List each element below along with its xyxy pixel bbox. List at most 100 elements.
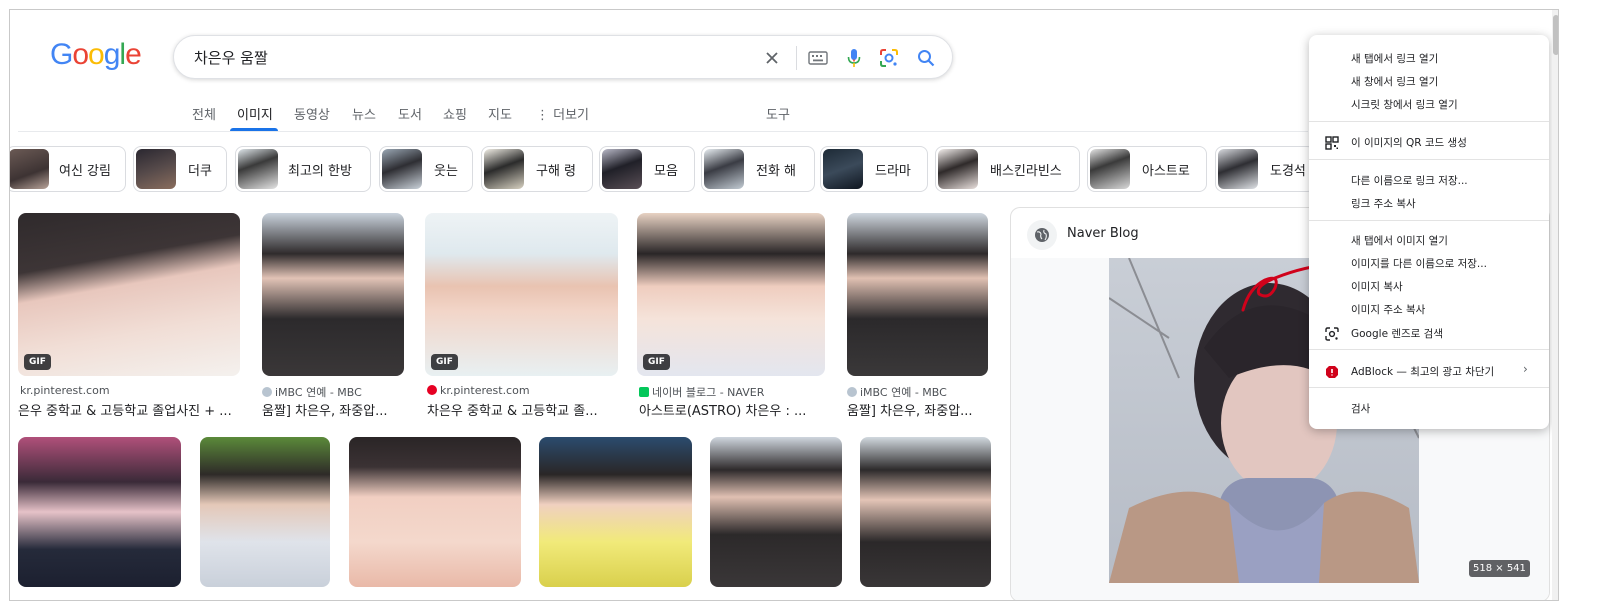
tab-books[interactable]: 도서 (398, 104, 422, 123)
gif-badge: GIF (431, 354, 458, 370)
chevron-right-icon: › (1523, 362, 1528, 376)
qr-code-icon (1325, 135, 1339, 150)
source-label: iMBC 연예 - MBC (275, 386, 362, 399)
filter-chip[interactable]: 도경석 (1215, 146, 1315, 192)
result-title[interactable]: 아스트로(ASTRO) 차은우 : ... (639, 400, 827, 419)
adblock-icon (1325, 364, 1339, 378)
result-title[interactable]: 차은우 중학교 & 고등학교 졸... (427, 400, 617, 419)
tab-more[interactable]: ⋮ 더보기 (536, 104, 589, 123)
menu-item-create-qr[interactable]: 이 이미지의 QR 코드 생성 (1351, 135, 1467, 150)
image-result[interactable] (860, 437, 991, 587)
chip-label: 구해 령 (536, 164, 577, 179)
filter-chip[interactable]: 여신 강림 (10, 146, 126, 192)
chip-label: 모음 (654, 164, 678, 179)
tab-all[interactable]: 전체 (192, 104, 216, 123)
result-source[interactable]: kr.pinterest.com (20, 384, 110, 397)
site-favicon (262, 387, 272, 397)
menu-separator (1309, 121, 1549, 122)
menu-item-save-image-as[interactable]: 이미지를 다른 이름으로 저장... (1351, 256, 1487, 271)
image-result[interactable] (18, 437, 181, 587)
image-result[interactable]: GIF (425, 213, 618, 376)
filter-chip[interactable]: 더쿠 (133, 146, 227, 192)
result-title[interactable]: 은우 중학교 & 고등학교 졸업사진 + ... (18, 400, 240, 419)
filter-chip[interactable]: 최고의 한방 (235, 146, 371, 192)
image-result[interactable] (539, 437, 692, 587)
scrollbar-thumb[interactable] (1553, 15, 1558, 55)
menu-item-open-link-new-tab[interactable]: 새 탭에서 링크 열기 (1351, 51, 1438, 66)
globe-icon (1027, 220, 1057, 250)
chip-thumbnail (1218, 149, 1258, 189)
tools-button[interactable]: 도구 (766, 104, 790, 123)
chip-label: 아스트로 (1142, 164, 1190, 179)
image-result[interactable]: GIF (637, 213, 825, 376)
clear-icon[interactable] (760, 46, 784, 70)
menu-item-save-link-as[interactable]: 다른 이름으로 링크 저장... (1351, 173, 1468, 188)
filter-chip[interactable]: 아스트로 (1087, 146, 1207, 192)
chip-thumbnail (602, 149, 642, 189)
filter-chip[interactable]: 웃는 (379, 146, 473, 192)
tab-shopping[interactable]: 쇼핑 (443, 104, 467, 123)
result-source[interactable]: kr.pinterest.com (427, 384, 530, 397)
chip-thumbnail (823, 149, 863, 189)
filter-chip[interactable]: 배스킨라빈스 (935, 146, 1080, 192)
logo-letter: o (72, 38, 89, 71)
logo-letter: G (50, 38, 73, 71)
menu-item-open-image-new-tab[interactable]: 새 탭에서 이미지 열기 (1351, 233, 1448, 248)
image-result[interactable]: GIF (18, 213, 240, 376)
image-result[interactable] (349, 437, 521, 587)
tab-images[interactable]: 이미지 (237, 104, 273, 123)
image-result[interactable] (262, 213, 404, 376)
result-source[interactable]: iMBC 연예 - MBC (262, 384, 362, 400)
logo-letter: o (88, 38, 105, 71)
search-icon[interactable] (914, 46, 938, 70)
source-label: 네이버 블로그 - NAVER (652, 386, 765, 399)
tab-news[interactable]: 뉴스 (352, 104, 376, 123)
chip-thumbnail (10, 149, 49, 189)
result-title[interactable]: 움짤] 차은우, 좌중압... (847, 400, 997, 419)
google-lens-icon[interactable] (877, 46, 901, 70)
site-favicon (847, 387, 857, 397)
result-title[interactable]: 움짤] 차은우, 좌중압... (262, 400, 412, 419)
menu-item-copy-link-address[interactable]: 링크 주소 복사 (1351, 196, 1416, 211)
google-logo[interactable]: Google (50, 38, 142, 72)
source-label: kr.pinterest.com (440, 384, 530, 397)
result-source[interactable]: iMBC 연예 - MBC (847, 384, 947, 400)
menu-item-adblock[interactable]: AdBlock — 최고의 광고 차단기 (1351, 364, 1494, 379)
chip-label: 드라마 (875, 164, 911, 179)
chip-thumbnail (704, 149, 744, 189)
menu-item-open-link-incognito[interactable]: 시크릿 창에서 링크 열기 (1351, 97, 1458, 112)
menu-item-copy-image[interactable]: 이미지 복사 (1351, 279, 1403, 294)
filter-chip[interactable]: 전화 해 (701, 146, 815, 192)
image-result[interactable] (847, 213, 988, 376)
tab-maps[interactable]: 지도 (488, 104, 512, 123)
source-label: iMBC 연예 - MBC (860, 386, 947, 399)
menu-item-copy-image-address[interactable]: 이미지 주소 복사 (1351, 302, 1425, 317)
menu-separator (1309, 220, 1549, 221)
microphone-icon[interactable] (842, 46, 866, 70)
chip-thumbnail (136, 149, 176, 189)
chip-thumbnail (938, 149, 978, 189)
menu-item-search-with-lens[interactable]: Google 렌즈로 검색 (1351, 326, 1443, 341)
menu-item-open-link-new-window[interactable]: 새 창에서 링크 열기 (1351, 74, 1438, 89)
image-result[interactable] (710, 437, 842, 587)
menu-item-inspect[interactable]: 검사 (1351, 401, 1370, 416)
filter-chip[interactable]: 구해 령 (481, 146, 593, 192)
image-result[interactable] (200, 437, 330, 587)
image-dimensions: 518 × 541 (1469, 560, 1530, 577)
keyboard-icon[interactable] (806, 46, 830, 70)
gif-badge: GIF (643, 354, 670, 370)
search-box[interactable]: 차은우 움짤 (173, 35, 953, 79)
filter-chip[interactable]: 드라마 (820, 146, 928, 192)
page-scrollbar[interactable] (1552, 10, 1558, 600)
filter-chip[interactable]: 모음 (599, 146, 695, 192)
tab-videos[interactable]: 동영상 (294, 104, 330, 123)
naver-icon (639, 387, 649, 397)
result-source[interactable]: 네이버 블로그 - NAVER (639, 384, 764, 400)
menu-separator (1309, 159, 1549, 160)
search-input[interactable]: 차은우 움짤 (194, 47, 268, 68)
chip-label: 여신 강림 (59, 164, 111, 179)
chip-thumbnail (238, 149, 278, 189)
gif-badge: GIF (24, 354, 51, 370)
preview-source-name[interactable]: Naver Blog (1067, 226, 1139, 241)
logo-letter: e (125, 38, 142, 71)
